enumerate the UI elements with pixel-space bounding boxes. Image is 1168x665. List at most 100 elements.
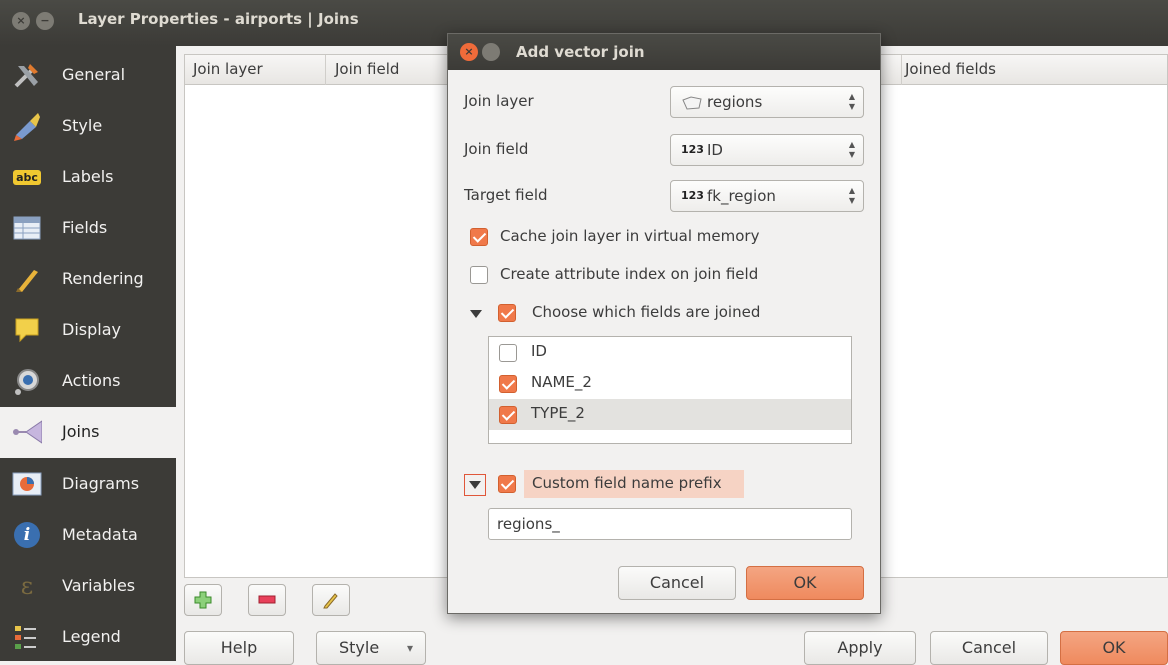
sidebar-item-label: Metadata: [62, 525, 138, 544]
sidebar-item-label: Actions: [62, 371, 121, 390]
column-header-join-layer[interactable]: Join layer: [193, 60, 263, 78]
diagrams-icon: [12, 469, 42, 499]
edit-icon: [323, 593, 338, 609]
dialog-ok-button[interactable]: OK: [746, 566, 864, 600]
general-icon: [12, 60, 42, 90]
cache-join-checkbox[interactable]: [470, 228, 488, 246]
collapse-triangle-icon: [469, 481, 481, 489]
prefix-input[interactable]: regions_: [488, 508, 852, 540]
sidebar-item-label: Diagrams: [62, 474, 140, 493]
sidebar: General Style abc Labels Fields Renderin…: [0, 46, 176, 661]
choose-fields-label: Choose which fields are joined: [532, 303, 761, 321]
legend-icon: [12, 622, 42, 652]
sidebar-item-label: General: [62, 65, 126, 84]
numeric-field-icon: 123: [681, 189, 704, 202]
rendering-icon: [12, 264, 42, 294]
collapse-triangle-icon[interactable]: [470, 310, 482, 318]
style-icon: [12, 111, 42, 141]
join-field-label: Join field: [464, 140, 529, 158]
dialog-titlebar: × Add vector join: [448, 34, 880, 70]
sidebar-item-label: Labels: [62, 167, 114, 186]
apply-button[interactable]: Apply: [804, 631, 916, 665]
sidebar-item-display[interactable]: Display: [0, 305, 176, 356]
choose-fields-checkbox[interactable]: [498, 304, 516, 322]
create-index-checkbox[interactable]: [470, 266, 488, 284]
variables-icon: ε: [20, 572, 34, 600]
joined-fields-list[interactable]: ID NAME_2 TYPE_2: [488, 336, 852, 444]
sidebar-item-rendering[interactable]: Rendering: [0, 254, 176, 305]
sidebar-item-legend[interactable]: Legend: [0, 612, 176, 663]
window-close-button[interactable]: ×: [12, 12, 30, 30]
sidebar-item-metadata[interactable]: i Metadata: [0, 510, 176, 561]
dialog-minimize-button[interactable]: [482, 43, 500, 61]
field-name: NAME_2: [531, 373, 592, 391]
cache-join-label: Cache join layer in virtual memory: [500, 227, 760, 245]
column-separator: [901, 55, 902, 85]
polygon-layer-icon: [682, 96, 702, 110]
display-icon: [12, 315, 42, 345]
list-item[interactable]: NAME_2: [489, 368, 851, 399]
add-icon: [194, 591, 212, 609]
actions-icon: [12, 366, 42, 396]
add-vector-join-dialog: × Add vector join Join layer regions ▲ ▼ …: [447, 33, 881, 614]
edit-join-button[interactable]: [312, 584, 350, 616]
window-minimize-button[interactable]: −: [36, 12, 54, 30]
field-name: ID: [531, 342, 547, 360]
target-field-combo[interactable]: 123 fk_region ▲ ▼: [670, 180, 864, 212]
sidebar-item-label: Display: [62, 320, 121, 339]
list-item[interactable]: TYPE_2: [489, 399, 851, 430]
join-field-value: ID: [707, 141, 723, 159]
add-join-button[interactable]: [184, 584, 222, 616]
field-checkbox[interactable]: [499, 375, 517, 393]
column-separator: [325, 55, 326, 85]
sidebar-item-actions[interactable]: Actions: [0, 356, 176, 407]
sidebar-item-diagrams[interactable]: Diagrams: [0, 459, 176, 510]
sidebar-item-variables[interactable]: ε Variables: [0, 561, 176, 612]
custom-prefix-checkbox[interactable]: [498, 475, 516, 493]
metadata-icon: i: [12, 520, 42, 550]
dialog-cancel-button[interactable]: Cancel: [618, 566, 736, 600]
help-button[interactable]: Help: [184, 631, 294, 665]
sidebar-item-labels[interactable]: abc Labels: [0, 152, 176, 203]
sidebar-item-label: Style: [62, 116, 103, 135]
prefix-collapse-button[interactable]: [464, 474, 486, 496]
spin-arrows-icon: ▲ ▼: [848, 92, 855, 111]
join-layer-combo[interactable]: regions ▲ ▼: [670, 86, 864, 118]
sidebar-item-label: Joins: [62, 422, 100, 441]
join-layer-label: Join layer: [464, 92, 534, 110]
dialog-title: Add vector join: [516, 43, 645, 61]
field-checkbox[interactable]: [499, 344, 517, 362]
window-title: Layer Properties - airports | Joins: [78, 10, 359, 28]
sidebar-item-style[interactable]: Style: [0, 101, 176, 152]
sidebar-item-label: Variables: [62, 576, 136, 595]
sidebar-item-label: Legend: [62, 627, 121, 646]
sidebar-item-label: Fields: [62, 218, 108, 237]
target-field-value: fk_region: [707, 187, 776, 205]
sidebar-item-general[interactable]: General: [0, 50, 176, 101]
remove-join-button[interactable]: [248, 584, 286, 616]
fields-icon: [12, 213, 42, 243]
custom-prefix-label: Custom field name prefix: [532, 474, 722, 492]
numeric-field-icon: 123: [681, 143, 704, 156]
sidebar-item-joins[interactable]: Joins: [0, 407, 176, 458]
cancel-button[interactable]: Cancel: [930, 631, 1048, 665]
sidebar-item-fields[interactable]: Fields: [0, 203, 176, 254]
target-field-label: Target field: [464, 186, 548, 204]
dialog-close-button[interactable]: ×: [460, 43, 478, 61]
spin-arrows-icon: ▲ ▼: [848, 140, 855, 159]
style-button-label: Style: [339, 638, 380, 657]
list-item[interactable]: ID: [489, 337, 851, 368]
joins-icon: [12, 417, 42, 447]
style-menu-button[interactable]: Style ▾: [316, 631, 426, 665]
column-header-joined-fields[interactable]: Joined fields: [905, 60, 996, 78]
ok-button[interactable]: OK: [1060, 631, 1168, 665]
chevron-down-icon: ▾: [406, 641, 413, 655]
remove-icon: [258, 595, 276, 604]
join-field-combo[interactable]: 123 ID ▲ ▼: [670, 134, 864, 166]
join-layer-value: regions: [707, 93, 763, 111]
sidebar-item-label: Rendering: [62, 269, 144, 288]
field-name: TYPE_2: [531, 404, 585, 422]
create-index-label: Create attribute index on join field: [500, 265, 759, 283]
field-checkbox[interactable]: [499, 406, 517, 424]
column-header-join-field[interactable]: Join field: [335, 60, 399, 78]
